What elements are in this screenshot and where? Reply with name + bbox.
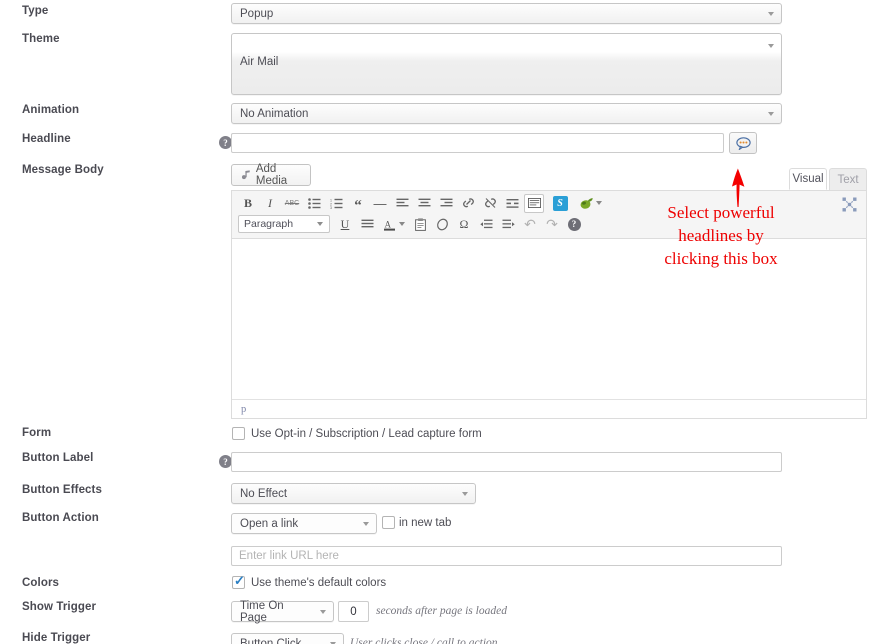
label-colors: Colors (22, 577, 60, 589)
label-animation: Animation (22, 104, 80, 116)
in-new-tab-checkbox[interactable] (382, 516, 395, 529)
italic-icon[interactable]: I (260, 194, 280, 213)
show-trigger-seconds-input[interactable]: 0 (338, 601, 369, 622)
hide-trigger-select[interactable]: Button Click (231, 633, 344, 644)
label-hide-trigger: Hide Trigger (22, 632, 91, 644)
label-type: Type (22, 5, 49, 17)
label-headline: Headline (22, 133, 71, 145)
form-optin-checkbox[interactable] (232, 427, 245, 440)
hide-trigger-value: Button Click (240, 637, 302, 644)
paragraph-format-value: Paragraph (244, 218, 294, 230)
add-media-button[interactable]: Add Media (231, 163, 311, 187)
chevron-down-icon (363, 521, 369, 526)
horizontal-rule-icon[interactable]: — (370, 194, 390, 213)
chevron-down-icon[interactable] (596, 201, 602, 205)
keyboard-shortcuts-icon[interactable]: ? (564, 215, 584, 234)
animation-select-value: No Animation (240, 107, 309, 120)
in-new-tab-label: in new tab (399, 517, 452, 529)
paste-as-text-icon[interactable] (410, 215, 430, 234)
label-theme: Theme (22, 33, 60, 45)
special-character-icon[interactable]: Ω (454, 215, 474, 234)
insert-link-icon[interactable] (458, 194, 478, 213)
annotation-line-3: clicking this box (664, 249, 778, 268)
show-trigger-select[interactable]: Time On Page (231, 599, 334, 624)
annotation-line-2: headlines by (678, 226, 764, 245)
default-colors-label: Use theme's default colors (251, 577, 387, 589)
checkmark-icon: ✓ (234, 573, 245, 588)
svg-text:A: A (384, 219, 391, 229)
label-show-trigger: Show Trigger (22, 601, 97, 613)
justify-icon[interactable] (357, 215, 377, 234)
tab-visual[interactable]: Visual (789, 168, 827, 190)
chevron-down-icon (462, 491, 468, 496)
chevron-down-icon (317, 222, 323, 226)
distraction-free-writing-icon[interactable] (842, 197, 857, 217)
button-action-value: Open a link (240, 517, 299, 530)
chevron-down-icon (768, 111, 774, 116)
outdent-icon[interactable] (476, 215, 496, 234)
link-url-placeholder: Enter link URL here (239, 550, 339, 562)
label-button-label: Button Label (22, 452, 94, 464)
underline-icon[interactable]: U (335, 215, 355, 234)
paragraph-format-select[interactable]: Paragraph (238, 215, 330, 233)
theme-select-value: Air Mail (240, 56, 279, 68)
button-label-input[interactable] (231, 452, 782, 472)
hide-trigger-hint: User clicks close / call to action (350, 637, 498, 644)
strikethrough-icon[interactable]: ABC (282, 194, 302, 213)
form-optin-label: Use Opt-in / Subscription / Lead capture… (251, 428, 482, 440)
blockquote-icon[interactable]: “ (348, 194, 368, 214)
label-button-effects: Button Effects (22, 484, 102, 496)
add-media-label: Add Media (255, 163, 288, 187)
speech-bubble-icon (735, 136, 751, 150)
type-select[interactable]: Popup (231, 3, 782, 24)
numbered-list-icon[interactable]: 123 (326, 194, 346, 213)
shortcode-icon[interactable]: S (550, 194, 570, 213)
animation-select[interactable]: No Animation (231, 103, 782, 124)
theme-select[interactable]: Air Mail (231, 33, 782, 95)
chevron-down-icon (320, 609, 326, 614)
editor-element-path: p (241, 403, 247, 415)
label-form: Form (22, 427, 52, 439)
chevron-down-icon (768, 44, 774, 48)
headline-suggestions-button[interactable] (729, 132, 757, 154)
clear-formatting-icon[interactable] (432, 215, 452, 234)
show-trigger-value: Time On Page (240, 599, 284, 624)
unlink-icon[interactable] (480, 194, 500, 213)
bold-icon[interactable]: B (238, 194, 258, 213)
svg-text:3: 3 (330, 206, 332, 209)
link-url-input[interactable]: Enter link URL here (231, 546, 782, 566)
tab-text[interactable]: Text (829, 168, 867, 190)
indent-icon[interactable] (498, 215, 518, 234)
editor-statusbar: p (232, 399, 866, 418)
headline-input[interactable] (231, 133, 724, 153)
text-color-icon[interactable]: A (379, 215, 399, 234)
label-button-action: Button Action (22, 512, 99, 524)
olive-plugin-icon[interactable] (576, 194, 596, 213)
align-right-icon[interactable] (436, 194, 456, 213)
chevron-down-icon[interactable] (399, 222, 405, 226)
button-effects-select[interactable]: No Effect (231, 483, 476, 504)
redo-icon[interactable]: ↷ (542, 215, 562, 234)
default-colors-checkbox[interactable]: ✓ (232, 573, 245, 589)
type-select-value: Popup (240, 7, 274, 20)
popup-settings-form: Type Theme Animation Headline Message Bo… (0, 0, 887, 644)
annotation-line-1: Select powerful (667, 203, 775, 222)
align-center-icon[interactable] (414, 194, 434, 213)
undo-icon[interactable]: ↶ (520, 215, 540, 234)
align-left-icon[interactable] (392, 194, 412, 213)
button-effects-value: No Effect (240, 487, 288, 500)
bulleted-list-icon[interactable] (304, 194, 324, 213)
show-trigger-hint: seconds after page is loaded (376, 605, 507, 617)
insert-read-more-icon[interactable] (502, 194, 522, 213)
media-note-icon (241, 170, 250, 180)
button-action-select[interactable]: Open a link (231, 513, 377, 534)
label-message-body: Message Body (22, 164, 104, 176)
toggle-toolbar-icon[interactable] (524, 193, 544, 213)
chevron-down-icon (768, 11, 774, 16)
